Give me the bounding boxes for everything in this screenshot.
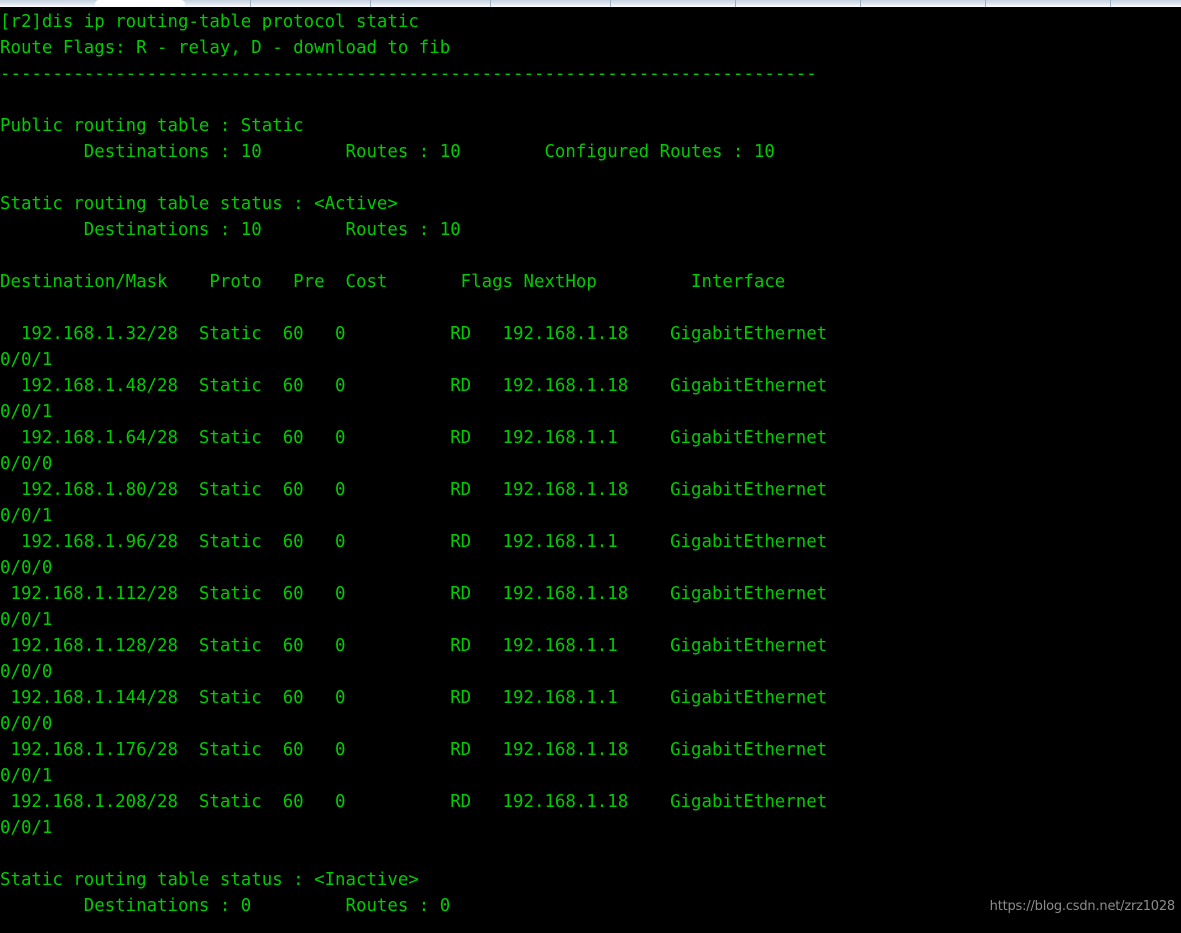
table-row-continuation: 0/0/1	[0, 506, 53, 526]
table-header-line: Destination/Mask Proto Pre Cost Flags Ne…	[0, 272, 786, 292]
table-row: 192.168.1.208/28 Static 60 0 RD 192.168.…	[0, 792, 828, 812]
browser-tab-divider	[610, 0, 611, 7]
table-row-continuation: 0/0/1	[0, 766, 53, 786]
browser-tab-active[interactable]	[95, 0, 185, 7]
browser-tab-divider	[735, 0, 736, 7]
table-row: 192.168.1.48/28 Static 60 0 RD 192.168.1…	[0, 376, 828, 396]
terminal-output: [r2]dis ip routing-table protocol static…	[0, 9, 1181, 933]
table-row-continuation: 0/0/0	[0, 454, 53, 474]
separator-line: ----------------------------------------…	[0, 64, 817, 84]
table-row: 192.168.1.112/28 Static 60 0 RD 192.168.…	[0, 584, 828, 604]
table-row-continuation: 0/0/1	[0, 610, 53, 630]
public-routing-table-line: Public routing table : Static	[0, 116, 304, 136]
table-row-continuation: 0/0/0	[0, 714, 53, 734]
table-row: 192.168.1.176/28 Static 60 0 RD 192.168.…	[0, 740, 828, 760]
table-row-continuation: 0/0/1	[0, 818, 53, 838]
browser-tab-divider	[1110, 0, 1111, 7]
route-flags-line: Route Flags: R - relay, D - download to …	[0, 38, 451, 58]
browser-tab-divider	[490, 0, 491, 7]
active-counts-line: Destinations : 10 Routes : 10	[0, 220, 461, 240]
browser-tab-divider	[250, 0, 251, 7]
table-row: 192.168.1.64/28 Static 60 0 RD 192.168.1…	[0, 428, 828, 448]
public-counts-line: Destinations : 10 Routes : 10 Configured…	[0, 142, 775, 162]
browser-tab-divider	[985, 0, 986, 7]
table-row: 192.168.1.128/28 Static 60 0 RD 192.168.…	[0, 636, 828, 656]
browser-tab-divider	[370, 0, 371, 7]
table-row-continuation: 0/0/0	[0, 662, 53, 682]
browser-tab-divider	[860, 0, 861, 7]
terminal-command-line: [r2]dis ip routing-table protocol static	[0, 12, 419, 32]
terminal-window[interactable]: [r2]dis ip routing-table protocol static…	[0, 9, 1181, 933]
table-row: 192.168.1.80/28 Static 60 0 RD 192.168.1…	[0, 480, 828, 500]
table-row: 192.168.1.32/28 Static 60 0 RD 192.168.1…	[0, 324, 828, 344]
active-status-line: Static routing table status : <Active>	[0, 194, 398, 214]
table-row-continuation: 0/0/0	[0, 558, 53, 578]
table-row: 192.168.1.144/28 Static 60 0 RD 192.168.…	[0, 688, 828, 708]
inactive-status-line: Static routing table status : <Inactive>	[0, 870, 419, 890]
browser-tab-strip	[0, 0, 1181, 7]
csdn-watermark: https://blog.csdn.net/zrz1028	[989, 899, 1176, 914]
table-row: 192.168.1.96/28 Static 60 0 RD 192.168.1…	[0, 532, 828, 552]
table-row-continuation: 0/0/1	[0, 350, 53, 370]
table-row-continuation: 0/0/1	[0, 402, 53, 422]
